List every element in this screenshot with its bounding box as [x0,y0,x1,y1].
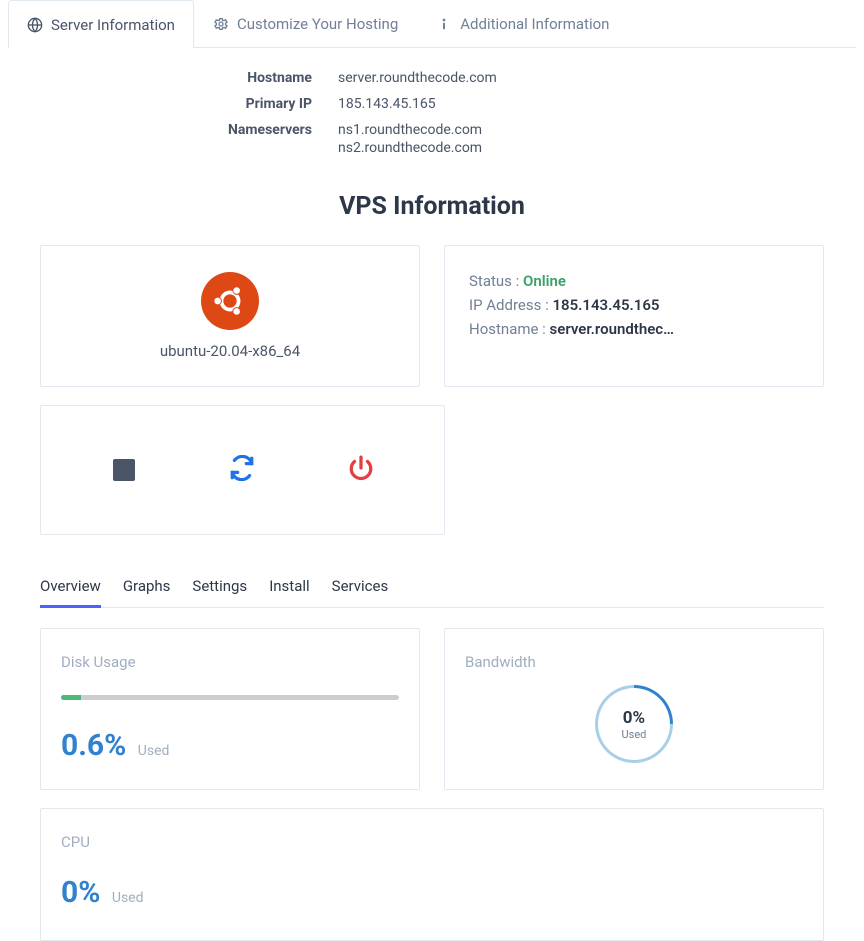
tab-server-information[interactable]: Server Information [8,0,194,48]
restart-button[interactable] [218,446,266,494]
status-card: Status : Online IP Address : 185.143.45.… [444,245,824,387]
bandwidth-title: Bandwidth [465,653,803,671]
globe-icon [27,17,43,33]
actions-card [40,405,445,535]
vps-information-title: VPS Information [8,192,856,221]
subtab-services[interactable]: Services [332,569,389,608]
subtab-graphs[interactable]: Graphs [123,569,171,608]
nameserver-1: ns1.roundthecode.com [338,122,482,138]
hostname-value: server.roundthecode.com [338,70,497,86]
os-name: ubuntu-20.04-x86_64 [65,342,395,360]
primary-ip-label: Primary IP [8,96,338,112]
disk-pct: 0.6% [61,728,126,763]
nameservers-label: Nameservers [8,122,338,158]
tab-customize-hosting[interactable]: Customize Your Hosting [194,0,417,47]
stop-icon [113,459,135,481]
tab-additional-information[interactable]: Additional Information [417,0,628,47]
tab-label: Server Information [51,16,175,34]
disk-title: Disk Usage [61,653,399,671]
bandwidth-card: Bandwidth 0% Used [444,628,824,790]
tab-label: Customize Your Hosting [237,15,398,33]
subtab-settings[interactable]: Settings [192,569,247,608]
refresh-icon [229,455,255,485]
cpu-pct: 0% [61,875,100,910]
stop-button[interactable] [100,446,148,494]
host-label: Hostname : [469,320,546,338]
tab-label: Additional Information [460,15,609,33]
status-label: Status : [469,272,519,290]
subtab-overview[interactable]: Overview [40,569,101,608]
cpu-used-label: Used [112,890,144,906]
os-card: ubuntu-20.04-x86_64 [40,245,420,387]
bandwidth-gauge: 0% Used [579,669,689,779]
status-value: Online [523,272,566,290]
disk-progress-fill [61,695,81,700]
cogs-icon [213,16,229,32]
cpu-title: CPU [61,833,803,851]
server-info-block: Hostname server.roundthecode.com Primary… [8,70,856,158]
nameserver-2: ns2.roundthecode.com [338,140,482,156]
disk-usage-card: Disk Usage 0.6% Used [40,628,420,790]
power-button[interactable] [337,446,385,494]
bandwidth-used-label: Used [622,727,647,740]
primary-ip-value: 185.143.45.165 [338,96,436,112]
host-value: server.roundthec… [550,320,674,338]
ip-value: 185.143.45.165 [552,296,659,314]
bandwidth-pct: 0% [622,707,647,727]
ubuntu-icon [201,272,259,330]
nameservers-value: ns1.roundthecode.com ns2.roundthecode.co… [338,122,482,158]
ip-label: IP Address : [469,296,549,314]
disk-used-label: Used [138,743,170,759]
sub-tabs: Overview Graphs Settings Install Service… [40,569,824,608]
power-icon [348,455,374,485]
hostname-label: Hostname [8,70,338,86]
cpu-card: CPU 0% Used [40,808,824,941]
disk-progress [61,695,399,700]
info-icon [436,16,452,32]
subtab-install[interactable]: Install [269,569,309,608]
top-tabs: Server Information Customize Your Hostin… [8,0,856,48]
